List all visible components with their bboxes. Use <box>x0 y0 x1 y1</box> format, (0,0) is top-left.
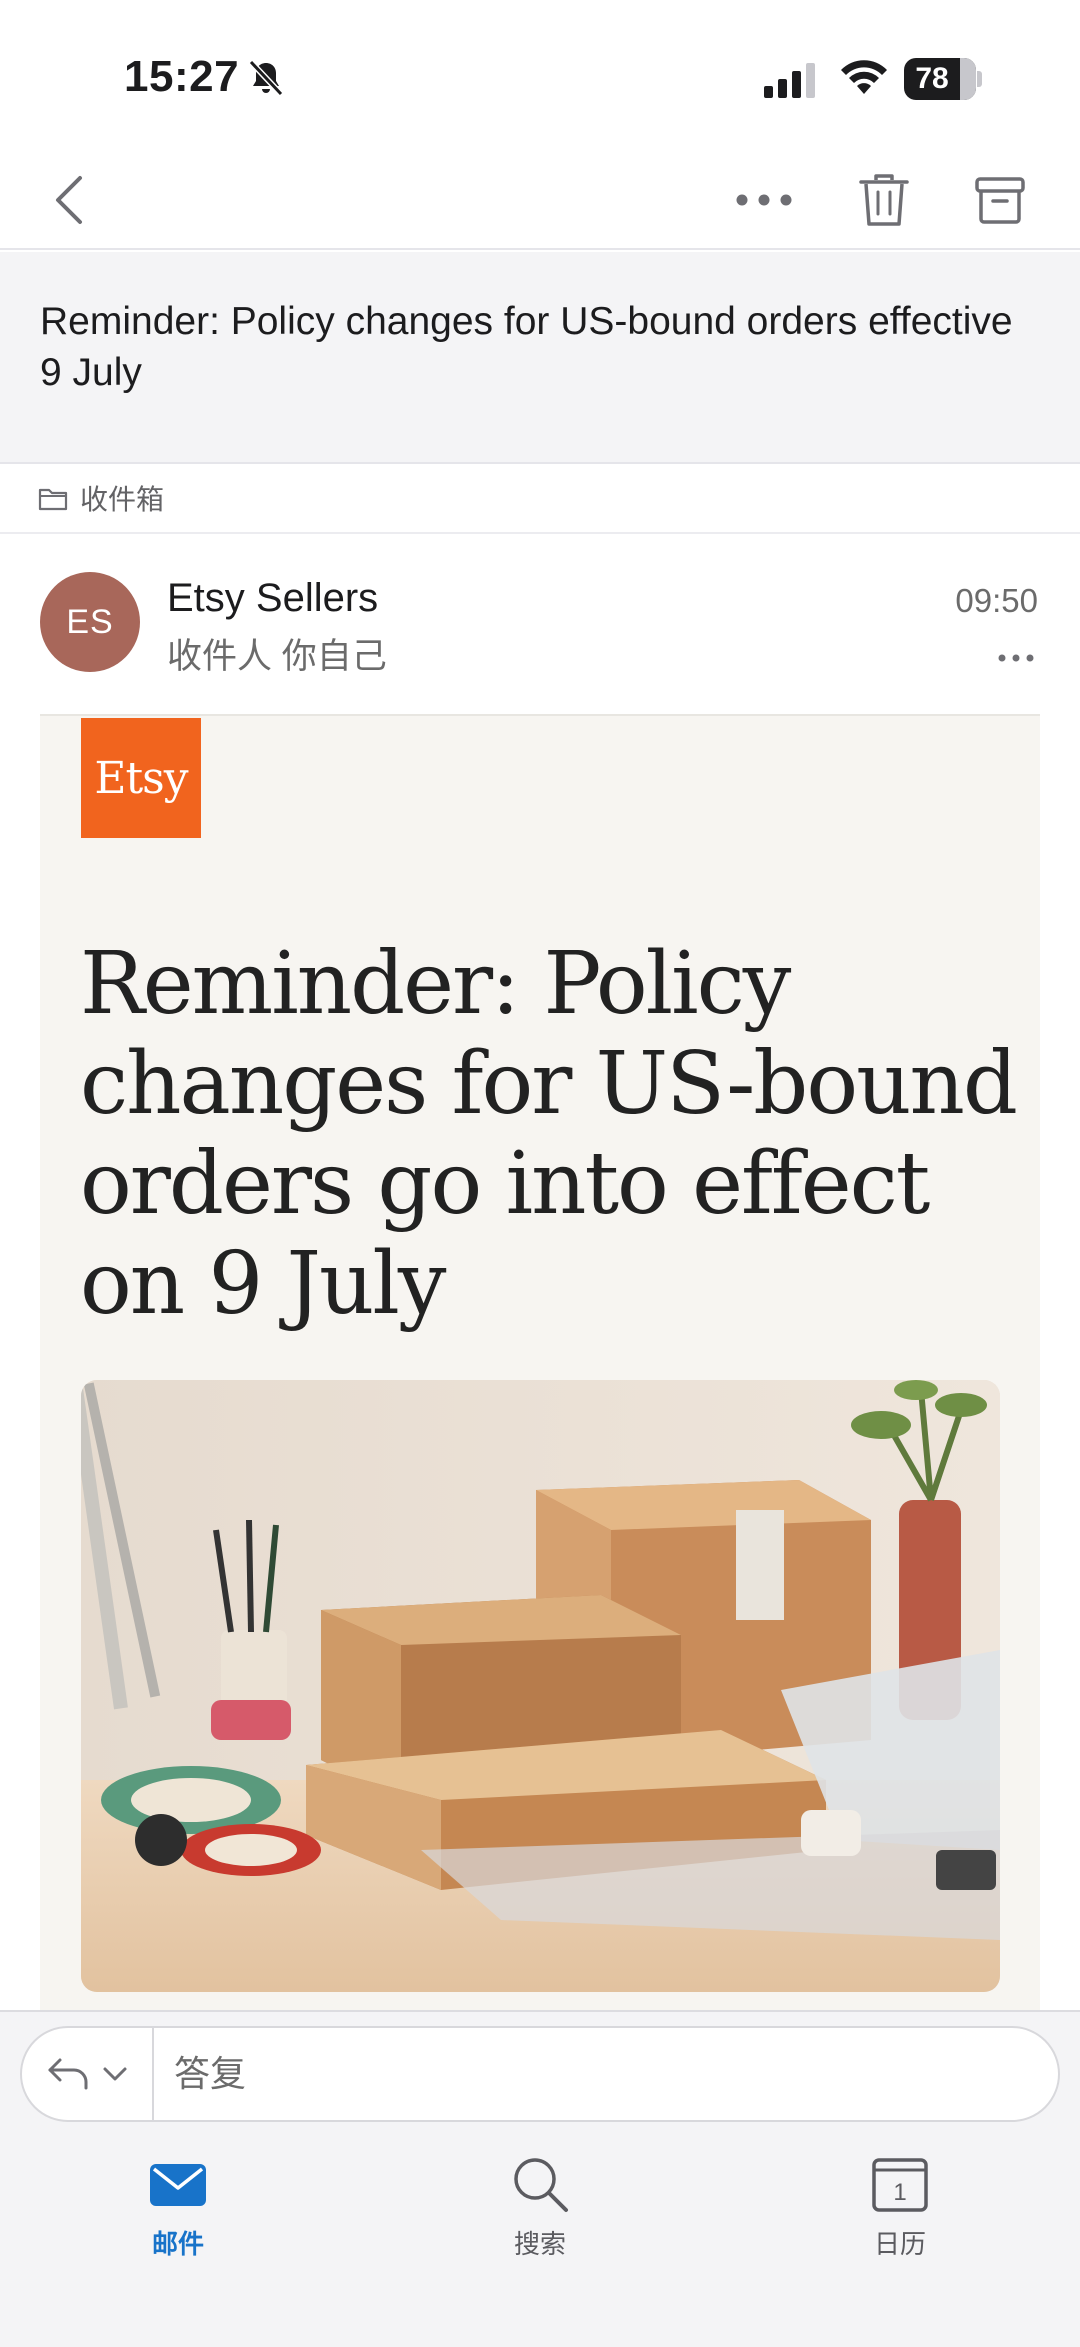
tab-mail-label: 邮件 <box>151 2229 204 2259</box>
tab-search[interactable]: 搜索 <box>450 2152 630 2272</box>
status-bar: 15:27 78 <box>0 0 1080 150</box>
folder-label: 收件箱 <box>80 484 165 515</box>
status-time: 15:27 <box>124 52 240 101</box>
sender-name[interactable]: Etsy Sellers <box>167 576 378 621</box>
received-time: 09:50 <box>955 582 1038 619</box>
reply-input[interactable] <box>174 2028 1034 2120</box>
avatar[interactable]: ES <box>40 572 140 672</box>
tab-search-label: 搜索 <box>513 2229 566 2259</box>
reply-bar <box>20 2026 1060 2122</box>
recipient-label[interactable]: 收件人 你自己 <box>167 628 387 679</box>
delete-button[interactable] <box>848 164 920 236</box>
folder-row[interactable]: 收件箱 <box>0 466 1080 534</box>
navigation-bar <box>0 150 1080 250</box>
archive-button[interactable] <box>964 164 1036 236</box>
back-button[interactable] <box>34 164 106 236</box>
cellular-signal-icon <box>764 63 815 98</box>
chevron-down-icon <box>103 2067 127 2081</box>
back-icon <box>56 176 82 224</box>
archive-icon <box>975 177 1025 224</box>
calendar-icon: 1 <box>872 2158 928 2212</box>
tab-mail[interactable]: 邮件 <box>88 2152 268 2272</box>
shipping-boxes-illustration <box>81 1380 1000 1992</box>
subject-header: Reminder: Policy changes for US-bound or… <box>0 252 1080 464</box>
sender-row: ES Etsy Sellers 收件人 你自己 09:50 <box>0 536 1080 714</box>
email-body: Etsy Reminder: Policy changes for US-bou… <box>40 714 1040 2010</box>
battery-indicator: 78 <box>904 58 982 100</box>
hero-image <box>81 1380 1000 1992</box>
bell-muted-icon <box>248 59 284 97</box>
calendar-day: 1 <box>893 2179 906 2206</box>
email-subject: Reminder: Policy changes for US-bound or… <box>40 300 1013 394</box>
tab-calendar[interactable]: 1 日历 <box>810 2152 990 2272</box>
reply-icon <box>48 2058 88 2090</box>
mail-icon <box>150 2164 206 2206</box>
more-button[interactable] <box>728 164 800 236</box>
etsy-logo[interactable]: Etsy <box>81 718 201 838</box>
folder-icon <box>38 488 68 511</box>
trash-icon <box>859 174 909 226</box>
battery-percentage: 78 <box>915 62 949 95</box>
message-more-icon[interactable] <box>996 648 1036 668</box>
tab-calendar-label: 日历 <box>873 2229 926 2259</box>
bottom-area: 邮件 搜索 1 日历 <box>0 2010 1080 2347</box>
search-icon <box>514 2158 568 2212</box>
reply-options-button[interactable] <box>22 2028 154 2120</box>
email-headline: Reminder: Policy changes for US-bound or… <box>80 934 1018 1334</box>
wifi-icon <box>841 60 887 94</box>
more-icon <box>736 194 792 206</box>
